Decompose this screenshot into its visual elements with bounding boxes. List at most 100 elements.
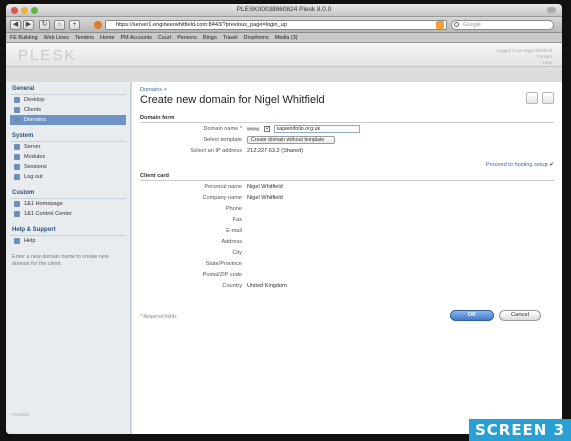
sidebar-group-title[interactable]: System [10,131,126,142]
sidebar-group: System Server Modules Sessions Log out [10,131,126,182]
sidebar-item[interactable]: 1&1 Control Center [10,209,126,219]
sidebar-item-label: Clients [24,107,42,113]
browser-toolbar: ◀ ▶ ↻ ⌂ + https://server1.engineerwhitfi… [6,17,562,33]
sidebar-group: General Desktop Clients Domains [10,84,126,125]
bookmark-item[interactable]: Tenders [75,35,94,41]
client-field-label: Fax [232,217,242,223]
client-field-label: Country [222,283,242,289]
clients-icon [14,107,20,113]
desktop-icon [14,97,20,103]
sidebar-group-title[interactable]: Custom [10,188,126,199]
bookmarks-bar: FE Building Web Lines Tenders Home PM Accoun… [6,33,562,43]
sidebar-item-label: Log out [24,174,43,180]
ok-button[interactable]: OK [450,310,494,321]
domain-name-row: Domain name * www. sapientfolio.org.uk [140,124,554,134]
www-label: www. [247,126,261,133]
client-field-label: Company name [202,195,243,201]
www-checkbox[interactable] [263,124,271,133]
client-card-row: State/Province [140,260,554,269]
sidebar-group: Custom 1&1 Homepage 1&1 Control Center [10,188,126,219]
client-field-value: Nigel Whitfield [247,184,283,190]
domain-name-input[interactable]: sapientfolio.org.uk [273,125,360,133]
bookmark-item[interactable]: Web Lines [44,35,69,41]
sidebar-group-title[interactable]: Help & Support [10,225,126,236]
back-button[interactable]: ◀ [10,20,21,30]
plesk-logo: PLESK [18,47,77,64]
browser-window: PLESK00038860824 Plesk 8.0.0 ◀ ▶ ↻ ⌂ + h… [6,4,562,434]
sidebar-item[interactable]: Server [10,142,126,152]
bookmark-item[interactable]: Dropforms [244,35,269,41]
sidebar-item-label: Server [24,144,41,150]
search-input[interactable]: Google [451,20,554,30]
domain-form-heading: Domain form [140,115,554,123]
address-bar[interactable]: https://server1.engineerwhitfield.com:84… [105,20,447,30]
header-links: Logged in as Nigel Whitfield Contact Help [496,48,552,66]
sidebar-item[interactable]: Clients [10,105,126,115]
client-field-label: State/Province [205,261,242,267]
sidebar-item[interactable]: Modules [10,152,126,162]
client-field-value: Nigel Whitfield [247,195,283,201]
sidebar-item-label: Domains [24,117,47,123]
proceed-to-hosting-link[interactable]: Proceed to hosting setup ✔ [486,162,554,168]
add-bookmark-button[interactable]: + [69,20,80,30]
bookmark-item[interactable]: Travel [223,35,238,41]
bookmark-item[interactable]: Court [158,35,171,41]
bookmark-item[interactable]: Persons [177,35,197,41]
toolbar-toggle-icon[interactable] [547,7,556,13]
template-select[interactable]: Create domain without template [247,136,336,144]
bookmark-item[interactable]: Media (3) [275,35,298,41]
link-icon [14,211,20,217]
title-bar: PLESK00038860824 Plesk 8.0.0 [6,4,562,17]
sidebar-group: Help & Support Help [10,225,126,246]
required-fields-note: * Required fields [140,314,177,320]
sidebar-item-label: Help [24,238,36,244]
sessions-icon [14,164,20,170]
bookmark-item[interactable]: Home [100,35,114,41]
client-field-value: United Kingdom [247,283,287,289]
sidebar-item[interactable]: 1&1 Homepage [10,199,126,209]
rss-icon[interactable] [436,21,444,29]
help-icon [14,238,20,244]
template-label: Select template [203,137,242,143]
link-icon [14,201,20,207]
client-card-heading: Client card [140,173,554,181]
sidebar-hint: Enter a new domain name to create new do… [12,254,109,267]
bookmark-item[interactable]: Bingo [203,35,217,41]
ip-row: Select an IP address 212.227.63.2 (Share… [140,147,554,156]
client-card-row: Personal name Nigel Whitfield [140,183,554,192]
client-card-row: E-mail [140,227,554,236]
up-level-icon[interactable] [526,92,538,104]
client-card-row: City [140,249,554,258]
sidebar-item[interactable]: Help [10,236,126,246]
ip-label: Select an IP address [190,148,242,154]
sidebar-item[interactable]: Desktop [10,95,126,105]
reload-button[interactable]: ↻ [39,20,50,30]
bookmark-item[interactable]: FE Building [10,35,38,41]
sidebar-item[interactable]: Log out [10,172,126,182]
header-link[interactable]: Help [496,60,552,66]
client-card-row: Address [140,238,554,247]
client-card-row: Fax [140,216,554,225]
help-icon[interactable] [542,92,554,104]
domain-name-label: Domain name * [203,126,242,132]
home-button[interactable]: ⌂ [54,20,65,30]
breadcrumb[interactable]: Domains > [140,87,167,93]
client-card-row: Company name Nigel Whitfield [140,194,554,203]
template-row: Select template Create domain without te… [140,136,554,145]
sidebar-item[interactable]: Domains [10,115,126,125]
domains-icon [14,117,20,123]
client-card-row: Phone [140,205,554,214]
server-icon [14,144,20,150]
client-field-label: City [232,250,242,256]
sidebar-item-label: Sessions [24,164,47,170]
bookmark-item[interactable]: PM Accounts [121,35,152,41]
sidebar-item-label: 1&1 Control Center [24,211,72,217]
screen-caption: SCREEN 3 [469,419,571,441]
sidebar-item[interactable]: Sessions [10,162,126,172]
cancel-button[interactable]: Cancel [499,310,541,321]
client-field-label: E-mail [226,228,242,234]
plesk-header: PLESK Logged in as Nigel Whitfield Contac… [6,43,562,67]
modules-icon [14,154,20,160]
sidebar-group-title[interactable]: General [10,84,126,95]
forward-button[interactable]: ▶ [23,20,34,30]
